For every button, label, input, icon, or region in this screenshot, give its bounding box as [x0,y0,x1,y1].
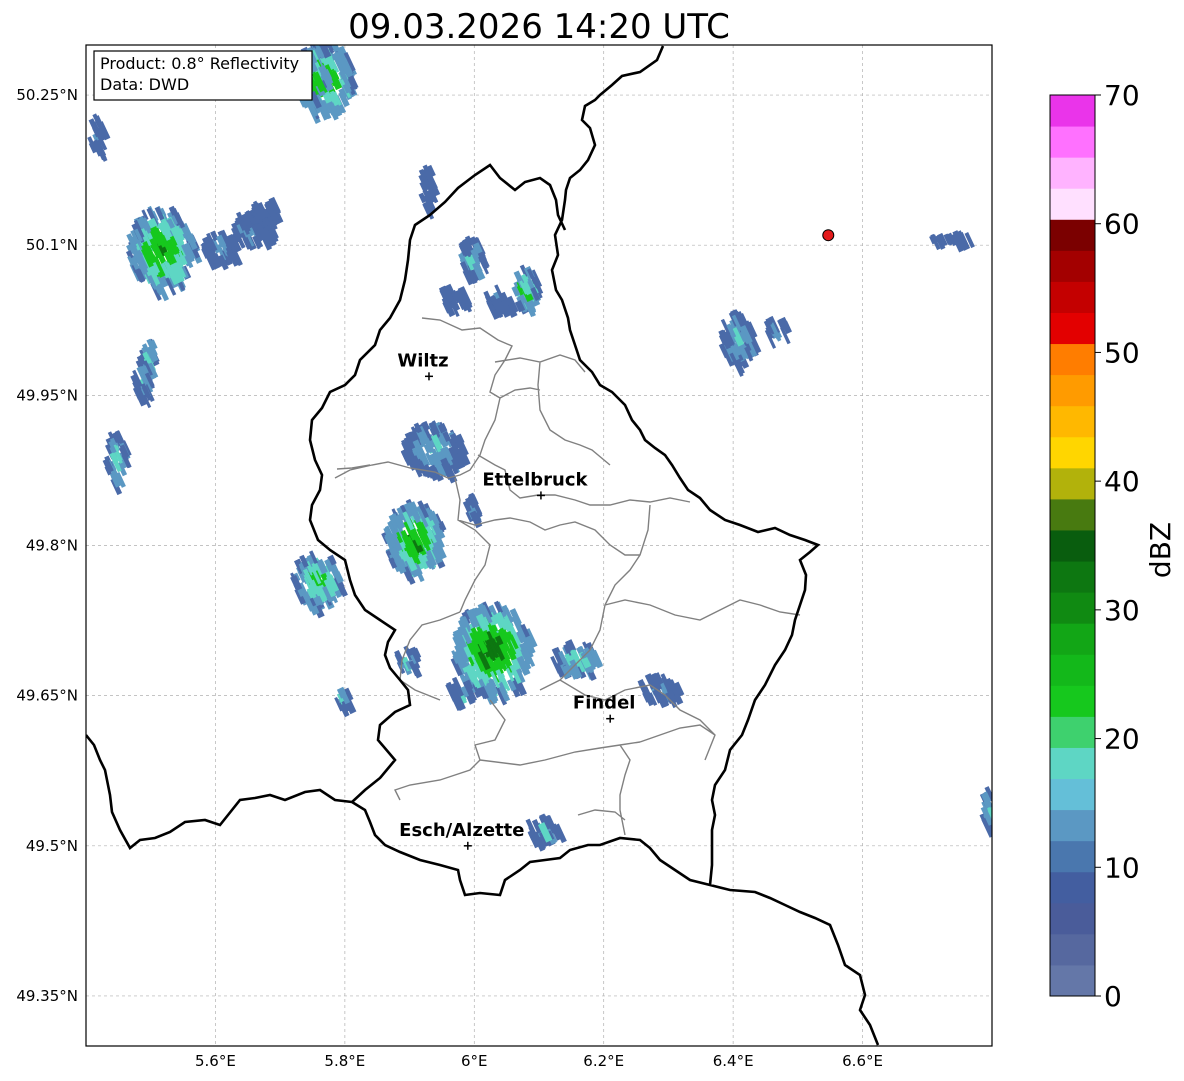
x-tick-label: 6°E [461,1052,488,1070]
colorbar-swatch [1050,405,1095,438]
city-label: Findel [573,693,636,714]
colorbar-swatch [1050,716,1095,748]
y-tick-label: 49.5°N [26,837,78,855]
colorbar-swatch [1050,374,1095,407]
colorbar-swatch [1050,95,1095,127]
colorbar-swatch [1050,157,1095,189]
colorbar-tick-label: 70 [1104,79,1140,112]
colorbar-swatch [1050,623,1095,655]
x-tick-label: 6.2°E [583,1052,624,1070]
city-label: Wiltz [397,350,448,371]
colorbar-tick-label: 30 [1104,594,1140,627]
y-tick-label: 50.25°N [16,86,78,104]
colorbar-swatch [1050,685,1095,717]
colorbar-swatch [1050,902,1095,935]
city-label: Ettelbruck [482,469,588,490]
colorbar-swatch [1050,281,1095,313]
colorbar-tick-label: 40 [1104,465,1140,498]
colorbar-swatch [1050,933,1095,966]
x-tick-label: 6.4°E [713,1052,754,1070]
y-tick-label: 49.8°N [26,537,78,555]
colorbar-swatch [1050,250,1095,282]
x-tick-label: 6.6°E [842,1052,883,1070]
colorbar-swatch [1050,529,1095,562]
colorbar: 0 10 20 30 40 50 60 70 [1049,79,1140,1013]
colorbar-swatch [1050,436,1095,469]
y-tick-label: 49.65°N [16,687,78,705]
colorbar-swatch [1050,188,1095,220]
colorbar-tick-label: 60 [1104,208,1140,241]
x-tick-label: 5.8°E [324,1052,365,1070]
colorbar-swatch [1050,809,1095,842]
map-title: 09.03.2026 14:20 UTC [348,7,730,47]
colorbar-swatch [1050,219,1095,251]
colorbar-swatch [1050,964,1095,997]
colorbar-swatch [1050,592,1095,624]
colorbar-swatch [1050,747,1095,780]
colorbar-tick-label: 0 [1104,980,1122,1013]
x-tick-label: 5.6°E [195,1052,236,1070]
colorbar-swatch [1050,840,1095,873]
info-data-source: Data: DWD [100,75,189,94]
y-tick-label: 49.35°N [16,987,78,1005]
colorbar-swatch [1050,467,1095,500]
colorbar-swatch [1050,498,1095,531]
info-product: Product: 0.8° Reflectivity [100,54,299,73]
y-tick-label: 49.95°N [16,386,78,404]
y-tick-label: 50.1°N [26,236,78,254]
colorbar-tick-label: 20 [1104,723,1140,756]
colorbar-tick-label: 50 [1104,336,1140,369]
radar-site-dot [822,229,835,242]
colorbar-swatch [1050,778,1095,811]
colorbar-swatch [1050,871,1095,904]
colorbar-swatch [1050,126,1095,158]
colorbar-label: dBZ [1144,522,1177,578]
colorbar-tick-label: 10 [1104,851,1140,884]
colorbar-swatch [1050,561,1095,593]
radar-map-figure: 09.03.2026 14:20 UTC Wiltz Ettelbruck Find… [16,7,1177,1070]
city-label: Esch/Alzette [399,820,524,841]
radar-site-marker [822,229,835,242]
info-box: Product: 0.8° Reflectivity Data: DWD [93,50,313,101]
colorbar-swatch [1050,654,1095,686]
colorbar-swatch [1050,312,1095,345]
colorbar-swatch [1050,343,1095,376]
